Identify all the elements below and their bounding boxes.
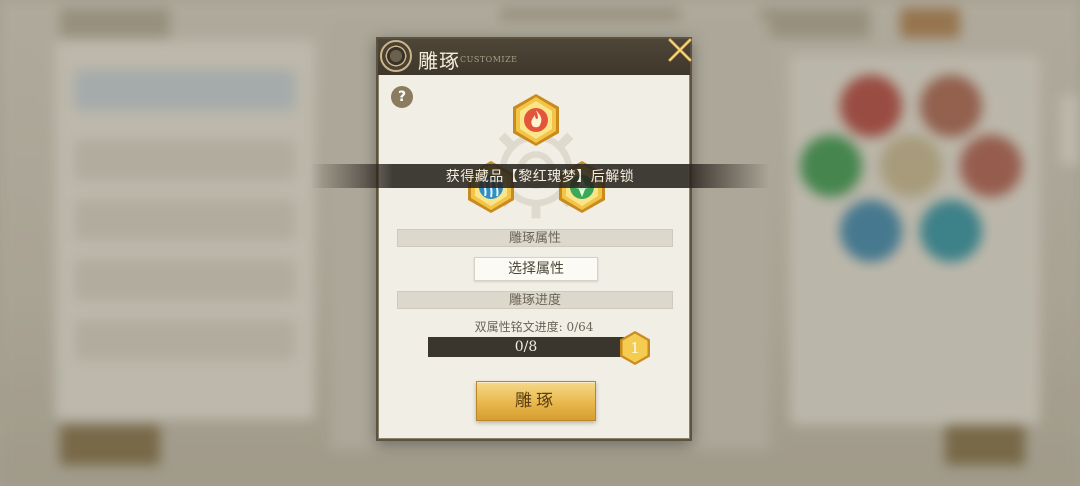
carve-button[interactable]: 雕琢 — [476, 381, 596, 421]
carve-progress-bar: 0/8 — [428, 337, 624, 357]
level-badge-number: 1 — [630, 339, 640, 357]
fire-element-icon[interactable] — [511, 93, 561, 147]
select-attribute-button[interactable]: 选择属性 — [474, 257, 598, 281]
close-icon[interactable] — [666, 36, 694, 64]
level-badge-icon: 1 — [620, 331, 650, 365]
unlock-notice-banner: 获得藏品【黎红瑰梦】后解锁 — [310, 164, 770, 188]
help-button[interactable]: ? — [391, 86, 413, 108]
progress-section-header: 雕琢进度 — [397, 291, 673, 309]
attributes-section-header: 雕琢属性 — [397, 229, 673, 247]
dialog-subtitle: CUSTOMIZE — [460, 55, 518, 64]
customize-dialog: 雕琢 CUSTOMIZE ? 雕琢属性 选择属性 雕琢进度 双属性铭文进度: 0… — [376, 37, 692, 441]
unlock-notice-text: 获得藏品【黎红瑰梦】后解锁 — [445, 169, 635, 185]
emblem-icon — [380, 40, 412, 72]
carve-progress-text: 0/8 — [514, 339, 538, 355]
dialog-header: 雕琢 CUSTOMIZE — [378, 39, 690, 75]
dialog-title: 雕琢 — [418, 49, 460, 73]
